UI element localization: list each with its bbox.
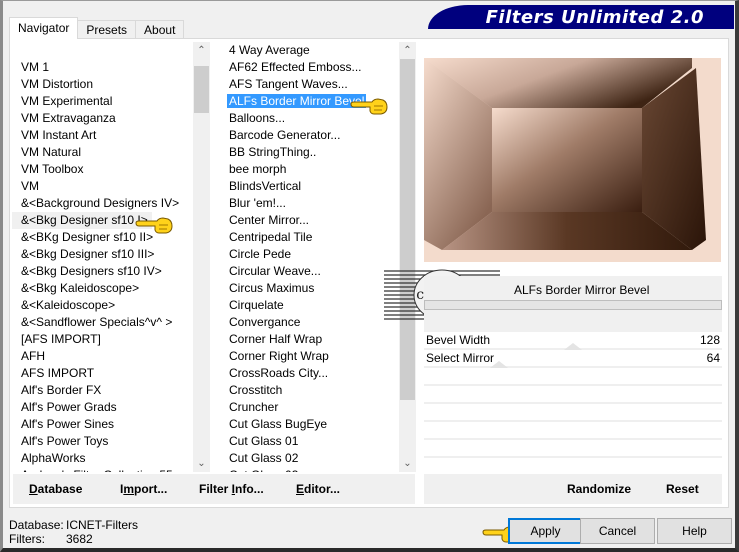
- param-empty-row: [424, 404, 722, 422]
- filter-info-button[interactable]: Filter Info...: [199, 482, 264, 496]
- param-bevel-width[interactable]: Bevel Width 128: [424, 332, 722, 350]
- filter-item[interactable]: AFS Tangent Waves...: [220, 76, 416, 93]
- navigator-toolbar: Database Import... Filter Info... Editor…: [13, 474, 415, 504]
- filter-preview: [424, 58, 721, 262]
- database-button[interactable]: Database: [29, 482, 82, 496]
- filter-progress-bar: [424, 300, 722, 310]
- param-select-mirror[interactable]: Select Mirror 64: [424, 350, 722, 368]
- filter-item[interactable]: BlindsVertical: [220, 178, 416, 195]
- category-item[interactable]: &<Bkg Designer sf10 III>: [12, 246, 210, 263]
- category-item[interactable]: Alf's Power Sines: [12, 416, 210, 433]
- filter-item[interactable]: 4 Way Average: [220, 42, 416, 59]
- param-empty-row: [424, 422, 722, 440]
- filters-count: 3682: [66, 532, 93, 546]
- parameter-list: Bevel Width 128 Select Mirror 64: [424, 332, 722, 476]
- category-item[interactable]: Alf's Border FX: [12, 382, 210, 399]
- filter-item[interactable]: Barcode Generator...: [220, 127, 416, 144]
- window-title: Filters Unlimited 2.0: [485, 7, 704, 28]
- tab-bar: Navigator Presets About: [9, 17, 185, 39]
- randomize-button[interactable]: Randomize: [567, 482, 631, 496]
- category-item[interactable]: &<Sandflower Specials^v^ >: [12, 314, 210, 331]
- tab-about[interactable]: About: [135, 20, 185, 39]
- slider-marker-icon[interactable]: [564, 343, 582, 350]
- scrollbar-thumb[interactable]: [400, 59, 415, 400]
- category-item[interactable]: Andrew's Filter Collection 55: [12, 467, 210, 472]
- param-label: Bevel Width: [426, 333, 491, 347]
- filters-label: Filters:: [9, 532, 45, 546]
- category-item[interactable]: &<Bkg Designers sf10 IV>: [12, 263, 210, 280]
- category-item[interactable]: &<Bkg Kaleidoscope>: [12, 280, 210, 297]
- category-item[interactable]: [AFS IMPORT]: [12, 331, 210, 348]
- title-banner: Filters Unlimited 2.0: [428, 5, 734, 29]
- status-area: Database: ICNET-Filters Filters: 3682: [9, 518, 138, 546]
- scroll-down-icon[interactable]: ⌄: [193, 455, 210, 472]
- filter-item[interactable]: CrossRoads City...: [220, 365, 416, 382]
- filter-item[interactable]: AF62 Effected Emboss...: [220, 59, 416, 76]
- pointing-hand-icon: [135, 217, 173, 234]
- filter-item[interactable]: Cut Glass BugEye: [220, 416, 416, 433]
- category-item[interactable]: Alf's Power Toys: [12, 433, 210, 450]
- category-item[interactable]: VM 1: [12, 59, 210, 76]
- category-item[interactable]: VM Toolbox: [12, 161, 210, 178]
- filter-item[interactable]: Cut Glass 02: [220, 450, 416, 467]
- category-item[interactable]: VM Distortion: [12, 76, 210, 93]
- tab-presets[interactable]: Presets: [77, 20, 137, 39]
- category-item[interactable]: Alf's Power Grads: [12, 399, 210, 416]
- category-item[interactable]: AFH: [12, 348, 210, 365]
- editor-button[interactable]: Editor...: [296, 482, 340, 496]
- filter-item[interactable]: Circle Pede: [220, 246, 416, 263]
- category-items: VM 1 VM Distortion VM Experimental VM Extra…: [12, 59, 210, 472]
- selected-filter-name: ALFs Border Mirror Bevel: [514, 283, 650, 297]
- tab-navigator[interactable]: Navigator: [9, 17, 79, 39]
- filter-item[interactable]: bee morph: [220, 161, 416, 178]
- import-button[interactable]: Import...: [120, 482, 167, 496]
- filter-item[interactable]: Center Mirror...: [220, 212, 416, 229]
- filter-item[interactable]: Crosstitch: [220, 382, 416, 399]
- filter-item[interactable]: Cut Glass 03: [220, 467, 416, 472]
- scroll-up-icon[interactable]: ⌃: [193, 42, 210, 59]
- scrollbar-thumb[interactable]: [194, 65, 209, 114]
- category-item[interactable]: &<Background Designers IV>: [12, 195, 210, 212]
- param-empty-row: [424, 386, 722, 404]
- param-empty-row: [424, 368, 722, 386]
- filter-name-box: ALFs Border Mirror Bevel: [424, 276, 722, 332]
- category-item[interactable]: &<Kaleidoscope>: [12, 297, 210, 314]
- category-item[interactable]: &<Bkg Designer sf10 I>: [12, 212, 152, 229]
- param-empty-row: [424, 440, 722, 458]
- category-item[interactable]: VM: [12, 178, 210, 195]
- category-list[interactable]: VM 1 VM Distortion VM Experimental VM Extra…: [12, 42, 210, 472]
- param-value: 64: [706, 351, 720, 365]
- scroll-down-icon[interactable]: ⌄: [399, 455, 416, 472]
- filter-item[interactable]: Centripedal Tile: [220, 229, 416, 246]
- database-value: ICNET-Filters: [66, 518, 138, 532]
- filter-scrollbar[interactable]: ⌃ ⌄: [399, 42, 416, 472]
- filter-item[interactable]: Cruncher: [220, 399, 416, 416]
- filter-item[interactable]: Blur 'em!...: [220, 195, 416, 212]
- apply-button[interactable]: Apply: [508, 518, 583, 544]
- filter-item[interactable]: Corner Half Wrap: [220, 331, 416, 348]
- category-item[interactable]: VM Experimental: [12, 93, 210, 110]
- cancel-button[interactable]: Cancel: [580, 518, 655, 544]
- pointing-hand-icon: [350, 98, 388, 115]
- category-scrollbar[interactable]: ⌃ ⌄: [193, 42, 210, 472]
- category-item[interactable]: VM Instant Art: [12, 127, 210, 144]
- category-item[interactable]: VM Extravaganza: [12, 110, 210, 127]
- category-item[interactable]: VM Natural: [12, 144, 210, 161]
- category-item[interactable]: AFS IMPORT: [12, 365, 210, 382]
- database-label: Database:: [9, 518, 64, 532]
- reset-button[interactable]: Reset: [666, 482, 699, 496]
- parameter-toolbar: Randomize Reset: [424, 474, 722, 504]
- category-item[interactable]: AlphaWorks: [12, 450, 210, 467]
- filter-item[interactable]: BB StringThing..: [220, 144, 416, 161]
- help-button[interactable]: Help: [657, 518, 732, 544]
- list-top-spacer: [12, 42, 210, 59]
- category-item[interactable]: &<BKg Designer sf10 II>: [12, 229, 210, 246]
- param-value: 128: [699, 333, 720, 347]
- param-label: Select Mirror: [426, 351, 495, 365]
- selected-item-label: ALFs Border Mirror Bevel: [227, 94, 367, 108]
- scroll-up-icon[interactable]: ⌃: [399, 42, 416, 59]
- filter-item[interactable]: Corner Right Wrap: [220, 348, 416, 365]
- preview-image: [424, 58, 721, 262]
- filter-item[interactable]: Cut Glass 01: [220, 433, 416, 450]
